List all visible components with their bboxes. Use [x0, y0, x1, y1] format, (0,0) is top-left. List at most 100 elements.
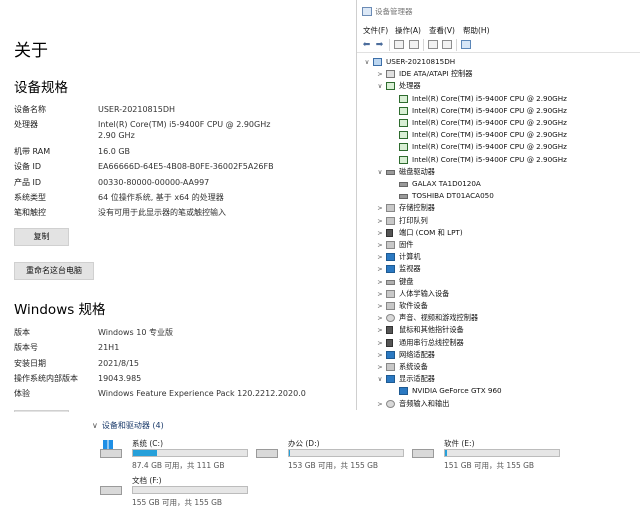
spec-value: 16.0 GB — [98, 147, 131, 156]
spec-key: 设备 ID — [14, 162, 42, 171]
windows-spec-title: Windows 规格 — [14, 302, 106, 318]
chevron-right-icon[interactable]: > — [376, 68, 384, 80]
rename-pc-button[interactable]: 重命名这台电脑 — [14, 262, 94, 280]
tree-node-label: 固件 — [399, 240, 414, 249]
spec-value: Intel(R) Core(TM) i5-9400F CPU @ 2.90GHz… — [98, 120, 271, 140]
tree-node-label: 端口 (COM 和 LPT) — [399, 227, 463, 237]
help-icon[interactable] — [409, 40, 419, 49]
toolbar: ⬅ ➡ — [357, 37, 640, 53]
spec-key: 笔和触控 — [14, 208, 46, 217]
usb-icon — [386, 338, 393, 347]
devices-and-drives: ∨ 设备和驱动器 (4) 系统 (C:) 87.4 GB 可用，共 111 GB … — [0, 412, 640, 511]
drive-space-text: 153 GB 可用，共 155 GB — [288, 461, 379, 470]
forward-arrow-icon[interactable]: ➡ — [374, 40, 385, 50]
chevron-right-icon[interactable]: > — [376, 349, 384, 361]
drive-c[interactable]: 系统 (C:) 87.4 GB 可用，共 111 GB — [100, 438, 260, 474]
drive-name: 软件 (E:) — [444, 439, 475, 448]
page-title: 关于 — [14, 41, 48, 61]
chip-icon — [399, 131, 408, 140]
tree-node-label: TOSHIBA DT01ACA050 — [412, 191, 494, 201]
menu-view[interactable]: 查看(V) — [429, 25, 455, 36]
mon-icon — [386, 375, 395, 384]
chevron-right-icon[interactable]: > — [376, 202, 384, 214]
chevron-down-icon[interactable]: ∨ — [376, 166, 384, 178]
chip-icon — [399, 143, 408, 152]
drive-usage-fill — [289, 450, 291, 456]
back-arrow-icon[interactable]: ⬅ — [361, 40, 372, 50]
drive-usage-bar — [288, 449, 404, 457]
chevron-right-icon[interactable]: > — [376, 227, 384, 239]
toolbar-separator — [456, 39, 457, 51]
chevron-right-icon[interactable]: > — [376, 398, 384, 410]
chevron-right-icon[interactable]: > — [376, 300, 384, 312]
disk-icon — [386, 169, 395, 175]
windows-drive-icon — [100, 440, 122, 460]
chevron-right-icon[interactable]: > — [376, 288, 384, 300]
chevron-down-icon[interactable]: ∨ — [363, 56, 371, 68]
drive-name: 办公 (D:) — [288, 439, 320, 448]
drive-f[interactable]: 文档 (F:) 155 GB 可用，共 155 GB — [100, 475, 260, 511]
tree-node-label: Intel(R) Core(TM) i5-9400F CPU @ 2.90GHz — [412, 93, 567, 103]
drive-d[interactable]: 办公 (D:) 153 GB 可用，共 155 GB — [256, 438, 416, 474]
chevron-right-icon[interactable]: > — [376, 215, 384, 227]
chevron-right-icon[interactable]: > — [376, 312, 384, 324]
menu-help[interactable]: 帮助(H) — [463, 25, 490, 36]
drive-icon — [412, 446, 434, 460]
chevron-right-icon[interactable]: > — [376, 251, 384, 263]
drive-space-text: 155 GB 可用，共 155 GB — [132, 498, 223, 507]
menu-bar: 文件(F) 操作(A) 查看(V) 帮助(H) — [357, 23, 640, 37]
drive-space-text: 151 GB 可用，共 155 GB — [444, 461, 535, 470]
spec-key: 系统类型 — [14, 193, 46, 202]
tree-node-label: 通用串行总线控制器 — [399, 337, 464, 347]
properties-icon[interactable] — [394, 40, 404, 49]
device-spec-title: 设备规格 — [14, 80, 68, 96]
window-title: 设备管理器 — [375, 7, 413, 16]
spec-value: 00330-80000-00000-AA997 — [98, 178, 210, 187]
section-header[interactable]: ∨ 设备和驱动器 (4) — [92, 420, 164, 431]
chip-icon — [399, 106, 408, 115]
spec-value: 21H1 — [98, 343, 120, 352]
drive-icon — [100, 483, 122, 497]
chevron-right-icon[interactable]: > — [376, 337, 384, 349]
tree-node-label: Intel(R) Core(TM) i5-9400F CPU @ 2.90GHz — [412, 130, 567, 140]
chevron-right-icon[interactable]: > — [376, 276, 384, 288]
tree-node-label: 磁盘驱动器 — [399, 166, 435, 176]
chevron-right-icon[interactable]: > — [376, 239, 384, 251]
mon-icon — [386, 265, 395, 274]
tree-node-label: 键盘 — [399, 276, 414, 286]
tree-node-label: IDE ATA/ATAPI 控制器 — [399, 69, 473, 79]
mon-icon — [386, 350, 395, 359]
chevron-down-icon[interactable]: ∨ — [376, 80, 384, 92]
chevron-right-icon[interactable]: > — [376, 263, 384, 275]
device-manager-icon — [362, 7, 372, 16]
drive-usage-bar — [132, 449, 248, 457]
drive-e[interactable]: 软件 (E:) 151 GB 可用，共 155 GB — [412, 438, 572, 474]
list-icon[interactable] — [428, 40, 438, 49]
tree-node-label: 计算机 — [399, 252, 421, 262]
drive-name: 文档 (F:) — [132, 476, 162, 485]
device-manager-window: 设备管理器 文件(F) 操作(A) 查看(V) 帮助(H) ⬅ ➡ ∨ USER-… — [356, 0, 640, 410]
monitor-icon[interactable] — [461, 40, 471, 49]
chevron-right-icon[interactable]: > — [376, 324, 384, 336]
spec-value: 19043.985 — [98, 374, 142, 383]
tree-node-label: 音频输入和输出 — [399, 398, 450, 408]
gray-icon — [386, 363, 395, 371]
chevron-right-icon[interactable]: > — [376, 361, 384, 373]
tree-node-label: 鼠标和其他指针设备 — [399, 325, 464, 335]
spec-key: 处理器 — [14, 120, 38, 129]
menu-action[interactable]: 操作(A) — [395, 25, 421, 36]
copy-device-specs-button[interactable]: 复制 — [14, 228, 69, 246]
disk-icon — [399, 194, 408, 200]
spec-value: USER-20210815DH — [98, 105, 176, 114]
section-header-label: 设备和驱动器 (4) — [101, 421, 164, 430]
about-panel: 关于 设备规格 设备名称 USER-20210815DH 处理器 Intel(R… — [0, 0, 356, 425]
usb-icon — [386, 228, 393, 237]
chevron-down-icon[interactable]: ∨ — [376, 373, 384, 385]
toolbar-separator — [423, 39, 424, 51]
view-icon[interactable] — [442, 40, 452, 49]
ide-icon — [386, 70, 395, 79]
tree-node-label: NVIDIA GeForce GTX 960 — [412, 386, 502, 396]
menu-file[interactable]: 文件(F) — [363, 25, 388, 36]
gray-icon — [386, 216, 395, 225]
drive-icon — [256, 446, 278, 460]
